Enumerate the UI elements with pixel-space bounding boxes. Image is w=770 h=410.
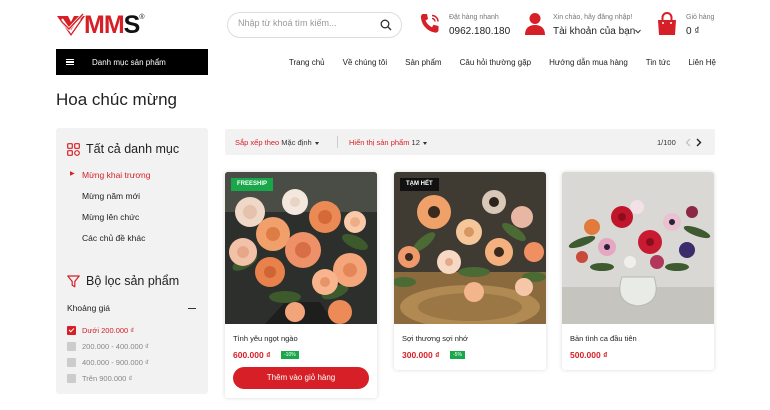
add-to-cart-button[interactable]: Thêm vào giỏ hàng — [233, 367, 369, 389]
price-option-under-200k[interactable]: Dưới 200.000 ₫ — [67, 322, 149, 338]
price-option-label: 400.000 - 900.000 ₫ — [82, 357, 149, 367]
product-price: 300.000 ₫ — [402, 350, 440, 360]
flower-bouquet-image — [394, 172, 546, 324]
product-card[interactable]: FREESHIP Tình yêu ngọt ngào 600.000 ₫ -1… — [225, 172, 377, 398]
search-icon[interactable] — [380, 19, 392, 31]
category-list: ▶ Mừng khai trương Mừng năm mới Mừng lên … — [70, 170, 150, 254]
product-card[interactable]: Bản tình ca đầu tiên 500.000 ₫ — [562, 172, 714, 370]
category-label: Các chủ đề khác — [82, 233, 146, 243]
checkbox[interactable] — [67, 357, 76, 367]
caret-down-icon — [422, 141, 427, 145]
nav-item-about[interactable]: Về chúng tôi — [343, 58, 387, 67]
category-item-new-year[interactable]: Mừng năm mới — [70, 191, 150, 212]
nav-item-faq[interactable]: Câu hỏi thường gặp — [460, 58, 532, 67]
phone-icon — [420, 14, 439, 33]
cart[interactable]: Giỏ hàng 0 ₫ — [656, 10, 716, 40]
sort-control[interactable]: Sắp xếp theo Mặc định — [235, 138, 319, 147]
checkbox[interactable] — [67, 341, 76, 351]
search-box — [227, 12, 402, 38]
main-menu: Trang chủ Về chúng tôi Sản phẩm Câu hỏi … — [271, 49, 716, 75]
price-filter-list: Dưới 200.000 ₫ 200.000 - 400.000 ₫ 400.0… — [67, 322, 149, 386]
logo-text: MMS — [84, 11, 140, 39]
hotline-label: Đặt hàng nhanh — [449, 14, 499, 21]
all-categories-heading: Tất cả danh mục — [67, 142, 179, 156]
nav-item-news[interactable]: Tin tức — [646, 58, 671, 67]
product-price: 500.000 ₫ — [570, 350, 608, 360]
category-menu-button[interactable]: Danh mục sản phẩm — [56, 49, 208, 75]
price-option-over-900k[interactable]: Trên 900.000 ₫ — [67, 370, 149, 386]
page-size-control[interactable]: Hiển thị sản phẩm 12 — [349, 138, 427, 147]
product-card[interactable]: TẠM HẾT Sợi thương sợi nhớ 300.000 ₫ -5% — [394, 172, 546, 370]
account-name[interactable]: Tài khoản của bạn — [553, 26, 635, 37]
price-option-label: Dưới 200.000 ₫ — [82, 325, 135, 335]
category-item-opening[interactable]: ▶ Mừng khai trương — [70, 170, 150, 191]
page-size-value: 12 — [411, 138, 420, 147]
product-image[interactable]: FREESHIP — [225, 172, 377, 324]
category-label: Mừng lên chức — [82, 212, 140, 222]
cart-total: 0 ₫ — [686, 26, 700, 37]
product-name[interactable]: Bản tình ca đầu tiên — [570, 334, 637, 343]
user-icon — [525, 13, 545, 35]
price-option-label: 200.000 - 400.000 ₫ — [82, 341, 149, 351]
discount-badge: -5% — [450, 351, 465, 359]
hamburger-icon — [66, 57, 74, 67]
filter-title: Bộ lọc sản phẩm — [86, 274, 180, 288]
all-categories-title: Tất cả danh mục — [86, 142, 180, 156]
pagination-indicator: 1/100 — [657, 138, 676, 147]
account[interactable]: Xin chào, hãy đăng nhập! Tài khoản của b… — [524, 10, 644, 40]
sidebar: Tất cả danh mục ▶ Mừng khai trương Mừng n… — [56, 128, 208, 394]
sort-value: Mặc định — [281, 138, 312, 147]
logo[interactable]: MMS ® — [56, 11, 145, 39]
product-toolbar: Sắp xếp theo Mặc định Hiển thị sản phẩm … — [225, 129, 715, 155]
nav-item-contact[interactable]: Liên Hệ — [688, 58, 716, 67]
cart-label: Giỏ hàng — [686, 14, 715, 21]
search-input[interactable] — [238, 18, 373, 28]
filter-heading: Bộ lọc sản phẩm — [67, 274, 179, 288]
grid-icon — [67, 142, 80, 156]
divider — [337, 136, 338, 148]
product-price: 600.000 ₫ — [233, 350, 271, 360]
nav-item-products[interactable]: Sản phẩm — [405, 58, 441, 67]
triangle-right-icon: ▶ — [70, 171, 75, 177]
chevron-left-icon[interactable] — [685, 138, 691, 147]
price-option-label: Trên 900.000 ₫ — [82, 373, 133, 383]
filter-icon — [67, 274, 80, 287]
collapse-minus-icon[interactable] — [188, 308, 196, 310]
logo-check-icon — [57, 13, 85, 36]
account-greeting: Xin chào, hãy đăng nhập! — [553, 14, 633, 21]
nav-item-home[interactable]: Trang chủ — [289, 58, 325, 67]
discount-badge: -10% — [281, 351, 299, 359]
sort-label: Sắp xếp theo — [235, 138, 280, 147]
main-navbar: Danh mục sản phẩm Trang chủ Về chúng tôi… — [56, 49, 716, 75]
flower-vase-image — [562, 172, 714, 324]
checkbox[interactable] — [67, 373, 76, 383]
category-label: Mừng năm mới — [82, 191, 141, 201]
site-header: MMS ® Đặt hàng nhanh 0962.180.180 Xin ch… — [0, 0, 770, 48]
nav-item-shopping-guide[interactable]: Hướng dẫn mua hàng — [549, 58, 628, 67]
product-image[interactable]: TẠM HẾT — [394, 172, 546, 324]
flower-bouquet-image — [225, 172, 377, 324]
page-title: Hoa chúc mừng — [56, 90, 177, 109]
product-name[interactable]: Tình yêu ngọt ngào — [233, 334, 298, 343]
category-item-promotion[interactable]: Mừng lên chức — [70, 212, 150, 233]
product-name[interactable]: Sợi thương sợi nhớ — [402, 334, 468, 343]
logo-registered-mark: ® — [139, 14, 145, 21]
chevron-down-icon — [635, 29, 641, 34]
price-range-label: Khoảng giá — [67, 303, 111, 313]
price-option-400k-900k[interactable]: 400.000 - 900.000 ₫ — [67, 354, 149, 370]
category-item-other-topics[interactable]: Các chủ đề khác — [70, 233, 150, 254]
caret-down-icon — [314, 141, 319, 145]
freeship-badge: FREESHIP — [231, 178, 274, 191]
checkbox-checked[interactable] — [67, 325, 76, 335]
hotline-number[interactable]: 0962.180.180 — [449, 26, 510, 37]
hotline[interactable]: Đặt hàng nhanh 0962.180.180 — [418, 10, 518, 40]
price-option-200k-400k[interactable]: 200.000 - 400.000 ₫ — [67, 338, 149, 354]
category-menu-label: Danh mục sản phẩm — [92, 57, 166, 67]
chevron-right-icon[interactable] — [696, 138, 702, 147]
page-size-label: Hiển thị sản phẩm — [349, 138, 410, 147]
product-image[interactable] — [562, 172, 714, 324]
out-of-stock-badge: TẠM HẾT — [400, 178, 439, 191]
shopping-bag-icon — [658, 12, 676, 35]
category-label: Mừng khai trương — [82, 170, 151, 180]
